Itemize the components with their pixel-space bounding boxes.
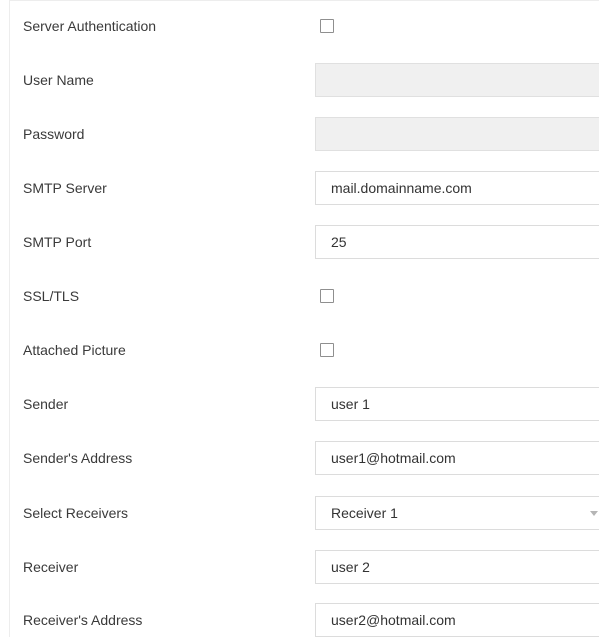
row-receiver: Receiver user 2 [10, 540, 599, 594]
attached-picture-label: Attached Picture [23, 342, 126, 358]
user-name-field[interactable] [315, 63, 599, 97]
row-receivers-address: Receiver's Address user2@hotmail.com [10, 593, 599, 637]
smtp-server-label: SMTP Server [23, 180, 107, 196]
server-authentication-label: Server Authentication [23, 18, 157, 34]
chevron-down-icon[interactable] [589, 508, 599, 518]
password-field[interactable] [315, 117, 599, 151]
smtp-port-field[interactable]: 25 [315, 225, 599, 259]
row-select-receivers: Select Receivers Receiver 1 [10, 486, 599, 540]
password-label: Password [23, 126, 85, 142]
receiver-field[interactable]: user 2 [315, 550, 599, 584]
row-ssl-tls: SSL/TLS [10, 269, 599, 323]
attached-picture-checkbox[interactable] [320, 343, 334, 357]
sender-label: Sender [23, 396, 69, 412]
row-smtp-port: SMTP Port 25 [10, 215, 599, 269]
select-receivers-value: Receiver 1 [331, 505, 398, 521]
sender-field[interactable]: user 1 [315, 387, 599, 421]
smtp-server-field[interactable]: mail.domainname.com [315, 171, 599, 205]
ssl-tls-label: SSL/TLS [23, 288, 80, 304]
row-attached-picture: Attached Picture [10, 323, 599, 377]
row-user-name: User Name [10, 53, 599, 107]
row-sender: Sender user 1 [10, 377, 599, 431]
select-receivers-dropdown[interactable]: Receiver 1 [315, 496, 599, 530]
smtp-port-label: SMTP Port [23, 234, 92, 250]
user-name-label: User Name [23, 72, 94, 88]
email-settings-form: Server Authentication User Name Password… [9, 0, 599, 637]
receiver-label: Receiver [23, 559, 79, 575]
senders-address-label: Sender's Address [23, 450, 133, 466]
receivers-address-label: Receiver's Address [23, 612, 143, 628]
row-password: Password [10, 107, 599, 161]
server-authentication-checkbox[interactable] [320, 19, 334, 33]
row-server-authentication: Server Authentication [10, 0, 599, 53]
ssl-tls-checkbox[interactable] [320, 289, 334, 303]
senders-address-field[interactable]: user1@hotmail.com [315, 441, 599, 475]
row-smtp-server: SMTP Server mail.domainname.com [10, 161, 599, 215]
select-receivers-label: Select Receivers [23, 505, 129, 521]
receivers-address-field[interactable]: user2@hotmail.com [315, 603, 599, 637]
row-senders-address: Sender's Address user1@hotmail.com [10, 431, 599, 485]
